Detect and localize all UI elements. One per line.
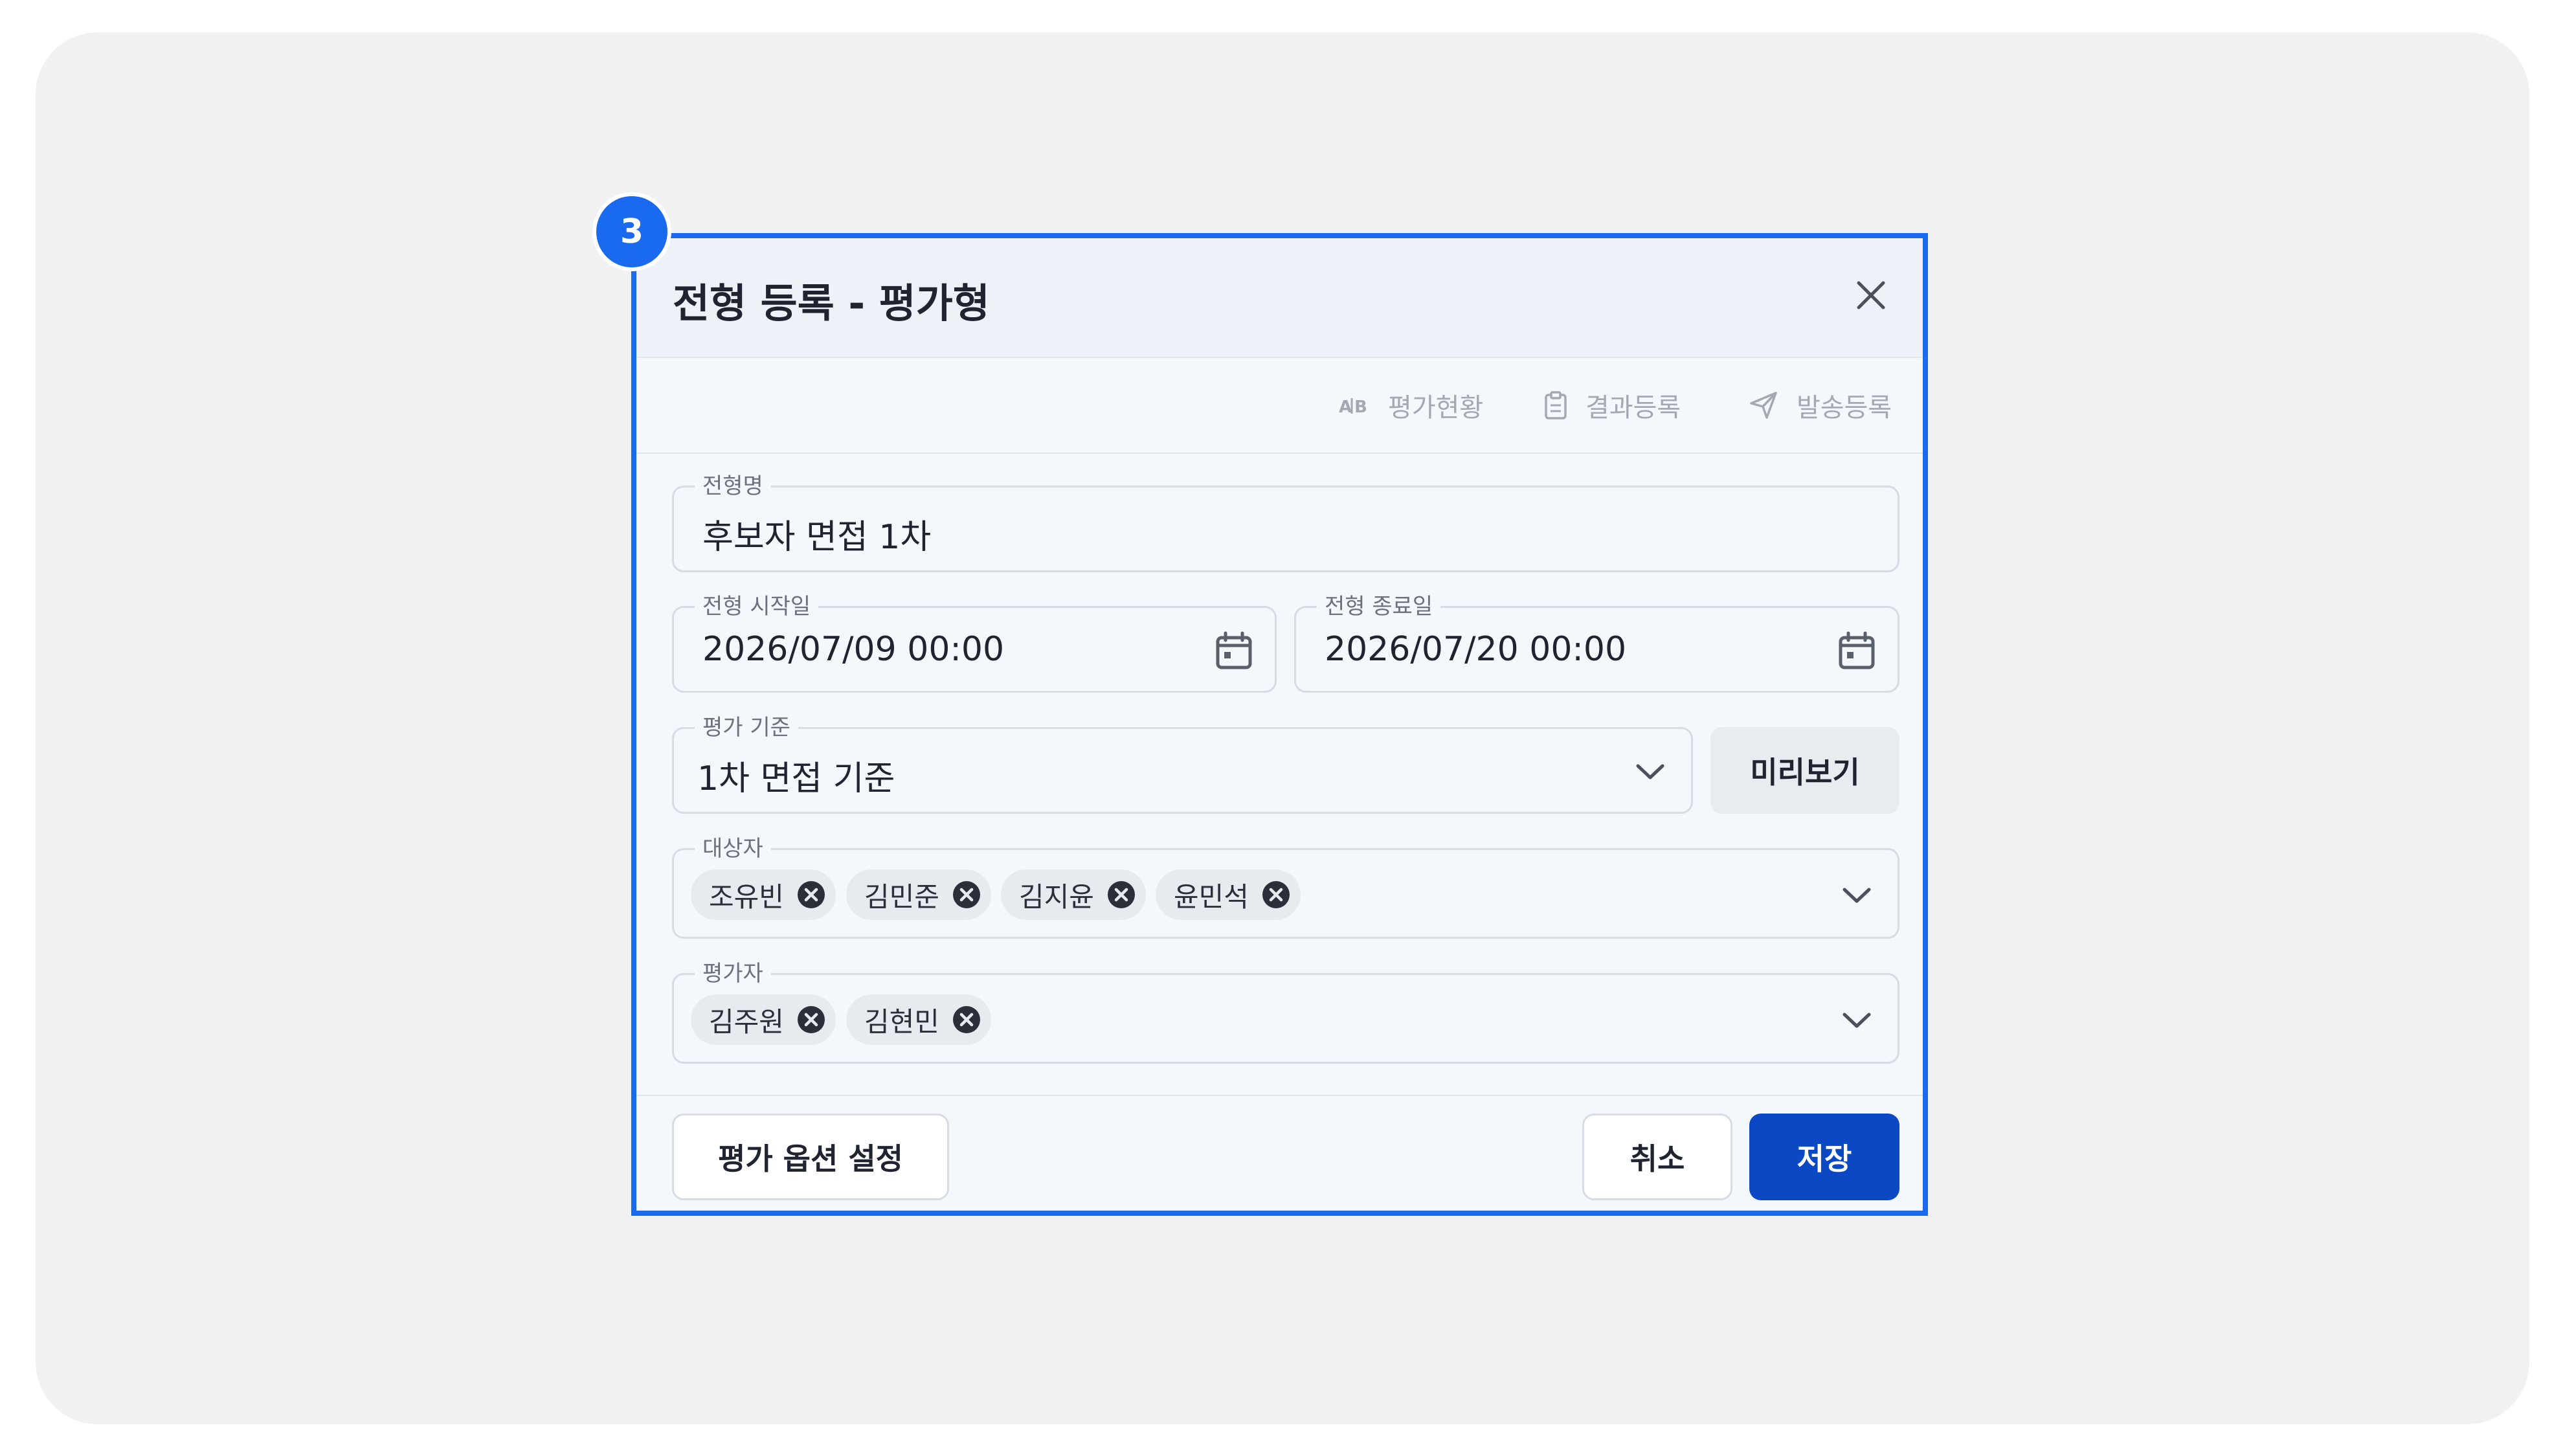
target-chip: 윤민석 [1156, 869, 1301, 920]
calendar-icon[interactable] [1838, 631, 1876, 670]
name-field[interactable]: 전형명 후보자 면접 1차 [672, 472, 1899, 572]
toolbar-item-label: 평가현황 [1388, 393, 1484, 423]
toolbar-item-label: 발송등록 [1797, 393, 1892, 423]
remove-chip-icon[interactable] [797, 1005, 825, 1034]
chevron-down-icon [1636, 764, 1664, 779]
target-chip: 김지윤 [1001, 869, 1146, 920]
evaluation-options-button[interactable]: 평가 옵션 설정 [672, 1114, 949, 1200]
start-date-value: 2026/07/09 00:00 [702, 630, 1005, 669]
chip-label: 김현민 [864, 1005, 939, 1038]
dialog-toolbar: A B 평가현황 결과등록 발송등록 [636, 358, 1923, 454]
criteria-value: 1차 면접 기준 [697, 759, 895, 798]
chip-label: 김지윤 [1019, 880, 1094, 913]
svg-text:B: B [1354, 398, 1367, 415]
targets-select[interactable]: 대상자 조유빈 김민준 김지윤 윤민석 [672, 834, 1899, 939]
ab-icon: A B [1339, 398, 1367, 415]
chevron-down-icon [1843, 1013, 1871, 1028]
toolbar-item-evaluation-status[interactable]: A B 평가현황 [1339, 389, 1484, 423]
chip-label: 김민준 [864, 880, 939, 913]
remove-chip-icon[interactable] [1107, 880, 1136, 909]
criteria-select[interactable]: 평가 기준 1차 면접 기준 [672, 713, 1693, 814]
cancel-button[interactable]: 취소 [1582, 1114, 1732, 1200]
chevron-down-icon [1843, 888, 1871, 903]
footer-divider [636, 1095, 1923, 1096]
end-date-value: 2026/07/20 00:00 [1325, 630, 1627, 669]
end-date-field[interactable]: 전형 종료일 2026/07/20 00:00 [1294, 592, 1899, 693]
evaluators-select[interactable]: 평가자 김주원 김현민 [672, 959, 1899, 1064]
end-date-label: 전형 종료일 [1317, 592, 1441, 621]
target-chip: 조유빈 [691, 869, 836, 920]
step-badge: 3 [596, 196, 667, 267]
chip-label: 조유빈 [709, 880, 784, 913]
criteria-label: 평가 기준 [695, 713, 798, 742]
name-field-label: 전형명 [695, 472, 771, 500]
clipboard-icon [1545, 391, 1567, 420]
calendar-icon[interactable] [1215, 631, 1253, 670]
toolbar-item-label: 결과등록 [1585, 393, 1681, 423]
name-field-value: 후보자 면접 1차 [702, 518, 932, 557]
remove-chip-icon[interactable] [797, 880, 825, 909]
save-button[interactable]: 저장 [1749, 1114, 1899, 1200]
svg-text:A: A [1339, 398, 1352, 415]
targets-label: 대상자 [695, 834, 771, 863]
start-date-label: 전형 시작일 [695, 592, 819, 621]
evaluator-chip: 김현민 [846, 994, 991, 1045]
chip-label: 윤민석 [1174, 880, 1249, 913]
toolbar-item-send-registration[interactable]: 발송등록 [1749, 389, 1892, 423]
dialog-header: 전형 등록 - 평가형 [636, 238, 1923, 358]
preview-button[interactable]: 미리보기 [1710, 727, 1899, 814]
evaluators-label: 평가자 [695, 959, 771, 988]
registration-dialog: 전형 등록 - 평가형 A B 평가현황 결과등록 발송등록 전형명 후보자 면… [631, 233, 1928, 1216]
dialog-title: 전형 등록 - 평가형 [673, 280, 990, 327]
evaluator-chip: 김주원 [691, 994, 836, 1045]
close-icon [1857, 281, 1885, 309]
remove-chip-icon[interactable] [952, 1005, 981, 1034]
start-date-field[interactable]: 전형 시작일 2026/07/09 00:00 [672, 592, 1277, 693]
remove-chip-icon[interactable] [952, 880, 981, 909]
close-button[interactable] [1845, 269, 1897, 321]
chip-label: 김주원 [709, 1005, 784, 1038]
remove-chip-icon[interactable] [1262, 880, 1290, 909]
toolbar-item-result-registration[interactable]: 결과등록 [1544, 389, 1681, 423]
target-chip: 김민준 [846, 869, 991, 920]
send-icon [1750, 392, 1777, 419]
